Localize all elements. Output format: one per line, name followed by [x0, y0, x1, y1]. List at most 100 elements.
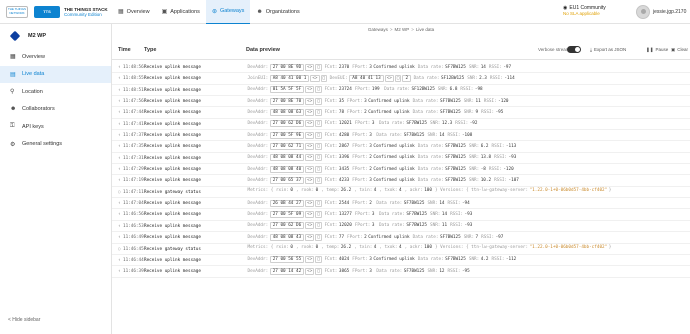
- clipboard-icon[interactable]: □: [315, 222, 322, 230]
- copy-icon[interactable]: <>: [305, 210, 315, 218]
- table-row[interactable]: ↑ 11:47:44 Receive uplink message DevAddr: 4…: [112, 107, 690, 119]
- event-time: 11:47:44: [123, 110, 144, 116]
- clipboard-icon[interactable]: □: [315, 210, 322, 218]
- dev-addr-chip[interactable]: 27 00 5F 09: [269, 210, 305, 218]
- frame-type: Confirmed uplink: [368, 109, 410, 115]
- user-name[interactable]: jessie.jgp.2170: [653, 9, 686, 15]
- copy-icon[interactable]: <>: [305, 267, 315, 275]
- arrow-up-icon: ↑: [118, 155, 121, 161]
- clipboard-icon[interactable]: □: [315, 97, 322, 105]
- breadcrumb-gateway[interactable]: M2 WP: [394, 27, 409, 32]
- dev-addr-chip[interactable]: 26 0B 44 27: [269, 199, 305, 207]
- table-row[interactable]: ↑ 11:46:56 Receive uplink message DevAddr: 2…: [112, 209, 690, 221]
- table-row[interactable]: ○ 11:46:45 Receive gateway status Metrics: …: [112, 244, 690, 255]
- dev-eui-chip[interactable]: A8 40 41 13: [349, 74, 384, 82]
- sidebar-item-general-settings[interactable]: ⚙ General settings: [0, 136, 111, 154]
- avatar[interactable]: [636, 5, 650, 19]
- dev-addr-chip[interactable]: 01 5A 5F 5F: [269, 86, 305, 94]
- arrow-up-icon: ↑: [118, 110, 121, 116]
- clipboard-icon[interactable]: □: [315, 120, 322, 128]
- clipboard-icon[interactable]: □: [315, 131, 322, 139]
- table-row[interactable]: ↑ 11:47:31 Receive uplink message DevAddr: 4…: [112, 153, 690, 165]
- nav-applications[interactable]: ▣ Applications: [156, 0, 206, 24]
- dev-addr-chip[interactable]: 27 00 8E 9D: [269, 63, 305, 71]
- copy-icon[interactable]: <>: [305, 233, 315, 241]
- table-row[interactable]: ↑ 11:46:44 Receive uplink message DevAddr: 2…: [112, 255, 690, 267]
- clipboard-icon[interactable]: □: [315, 108, 322, 116]
- copy-icon[interactable]: <>: [305, 108, 315, 116]
- dev-addr-chip[interactable]: 27 00 56 55: [269, 256, 305, 264]
- hide-sidebar-button[interactable]: < Hide sidebar: [8, 317, 40, 323]
- table-row[interactable]: ↑ 11:47:04 Receive uplink message DevAddr: 2…: [112, 198, 690, 210]
- dev-addr-chip[interactable]: 27 00 62 D6: [269, 222, 305, 230]
- nav-gateways[interactable]: ⊛ Gateways: [205, 0, 251, 24]
- copy-icon[interactable]: <>: [305, 97, 315, 105]
- export-json-button[interactable]: ⤓ Export as JSON: [590, 47, 626, 52]
- clipboard-icon[interactable]: □: [394, 74, 402, 82]
- table-row[interactable]: ↑ 11:47:41 Receive uplink message DevAddr: 2…: [112, 119, 690, 131]
- sidebar-item-location[interactable]: ⚲ Location: [0, 83, 111, 101]
- dev-addr-chip[interactable]: 27 00 62 71: [269, 142, 305, 150]
- dev-addr-chip[interactable]: 27 00 62 D6: [269, 120, 305, 128]
- verbose-toggle[interactable]: [567, 46, 581, 53]
- copy-icon[interactable]: <>: [305, 131, 315, 139]
- copy-icon[interactable]: <>: [305, 120, 315, 128]
- nav-organizations[interactable]: ☻ Organizations: [250, 0, 305, 24]
- table-row[interactable]: ↑ 11:48:51 Receive uplink message DevAddr: 0…: [112, 85, 690, 97]
- copy-icon[interactable]: <>: [310, 74, 320, 82]
- clipboard-icon[interactable]: □: [315, 176, 322, 184]
- table-row[interactable]: ↑ 11:47:35 Receive uplink message DevAddr: 2…: [112, 141, 690, 153]
- copy-icon[interactable]: <>: [384, 74, 394, 82]
- dev-addr-chip[interactable]: 27 00 65 37: [269, 176, 305, 184]
- cluster-picker[interactable]: ◉ EU1 Community No SLA applicable: [563, 5, 606, 17]
- table-row[interactable]: ↑ 11:47:56 Receive uplink message DevAddr: 2…: [112, 96, 690, 108]
- clipboard-icon[interactable]: □: [315, 154, 322, 162]
- dev-addr-chip[interactable]: 48 08 08 40: [269, 165, 305, 173]
- table-row[interactable]: ○ 11:47:11 Receive gateway status Metrics: …: [112, 187, 690, 199]
- table-row[interactable]: ↑ 11:46:49 Receive uplink message DevAddr: 4…: [112, 232, 690, 244]
- clear-button[interactable]: ▣ Clear: [671, 47, 688, 53]
- copy-icon[interactable]: <>: [305, 256, 315, 264]
- dev-addr-chip[interactable]: 27 00 14 42: [269, 267, 305, 275]
- sidebar-item-api-keys[interactable]: ⚿ API keys: [0, 118, 111, 136]
- clipboard-icon[interactable]: □: [315, 165, 322, 173]
- table-row[interactable]: ↑ 11:47:19 Receive uplink message DevAddr: 2…: [112, 175, 690, 187]
- copy-icon[interactable]: <>: [305, 176, 315, 184]
- clipboard-icon[interactable]: □: [315, 233, 322, 241]
- join-eui-chip[interactable]: A8 40 41 00 1: [269, 74, 310, 82]
- pause-button[interactable]: ❚❚ Pause: [646, 47, 668, 53]
- clipboard-icon[interactable]: □: [315, 199, 322, 207]
- copy-icon[interactable]: <>: [305, 154, 315, 162]
- clipboard-icon[interactable]: □: [315, 256, 322, 264]
- table-row[interactable]: ↑ 11:47:37 Receive uplink message DevAddr: 2…: [112, 130, 690, 142]
- table-row[interactable]: ↑ 11:48:55 Receive uplink message JoinEUI: A…: [112, 73, 690, 85]
- copy-icon[interactable]: <>: [305, 165, 315, 173]
- snr-value: 11: [475, 98, 481, 104]
- nav-overview[interactable]: ▦ Overview: [112, 0, 156, 24]
- table-row[interactable]: ↑ 11:48:56 Receive uplink message DevAddr: 2…: [112, 62, 690, 74]
- copy-icon[interactable]: <>: [305, 142, 315, 150]
- copy-icon[interactable]: <>: [305, 86, 315, 94]
- dev-addr-chip[interactable]: 27 00 8E 70: [269, 97, 305, 105]
- dev-addr-chip[interactable]: 48 08 08 63: [269, 108, 305, 116]
- copy-icon[interactable]: <>: [305, 63, 315, 71]
- table-row[interactable]: ↑ 11:46:39 Receive uplink message DevAddr: 2…: [112, 266, 690, 278]
- dev-addr-chip[interactable]: 27 00 5F 9E: [269, 131, 305, 139]
- table-row[interactable]: ↑ 11:47:29 Receive uplink message DevAddr: 4…: [112, 164, 690, 176]
- table-row[interactable]: ↑ 11:46:53 Receive uplink message DevAddr: 2…: [112, 221, 690, 233]
- clipboard-icon[interactable]: □: [315, 63, 322, 71]
- clipboard-icon[interactable]: □: [320, 74, 328, 82]
- dev-addr-chip[interactable]: 48 08 08 44: [269, 154, 305, 162]
- clipboard-icon[interactable]: □: [315, 142, 322, 150]
- breadcrumb-gateways[interactable]: Gateways: [368, 27, 388, 32]
- logo[interactable]: THE THINGS NETWORK TTS THE THINGS STACK …: [0, 5, 112, 18]
- clipboard-icon[interactable]: □: [315, 267, 322, 275]
- sidebar-item-live-data[interactable]: ▤ Live data: [0, 65, 111, 83]
- sidebar-item-overview[interactable]: ▦ Overview: [0, 48, 111, 66]
- sidebar-item-collaborators[interactable]: ☻ Collaborators: [0, 101, 111, 119]
- dev-addr-chip[interactable]: 48 08 08 43: [269, 233, 305, 241]
- clipboard-icon[interactable]: □: [315, 86, 322, 94]
- fcnt-value: 77: [338, 234, 345, 240]
- copy-icon[interactable]: <>: [305, 199, 315, 207]
- copy-icon[interactable]: <>: [305, 222, 315, 230]
